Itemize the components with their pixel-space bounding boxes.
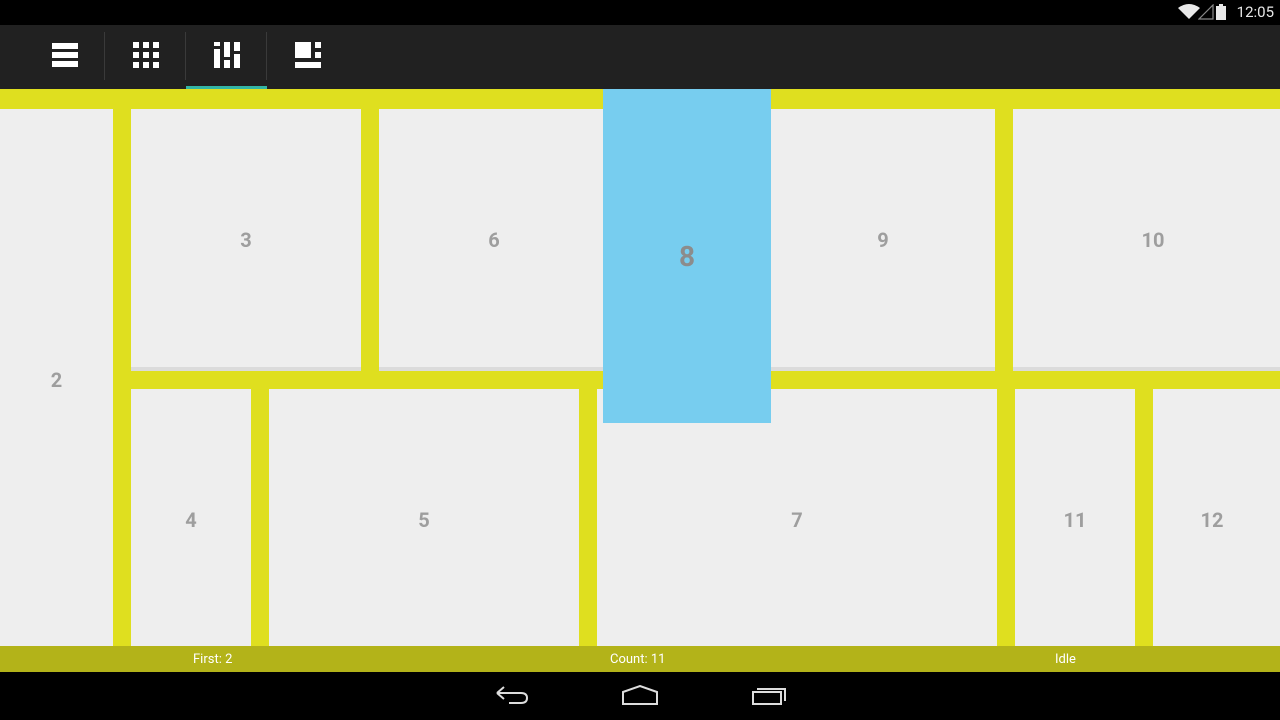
grid-item-label: 3 [240, 228, 252, 252]
grid-item[interactable]: 5 [269, 389, 579, 646]
grid-item-label: 9 [877, 228, 889, 252]
recent-apps-icon [752, 685, 786, 709]
list-layout-icon [51, 42, 78, 72]
back-button[interactable] [482, 682, 542, 712]
grid-item[interactable]: 6 [379, 109, 609, 371]
grid-item-label: 5 [418, 508, 430, 532]
spannable-grid-layout-icon [294, 42, 321, 72]
recent-apps-button[interactable] [739, 682, 799, 712]
grid-item-label: 2 [50, 368, 63, 392]
grid-layout-icon [132, 42, 159, 72]
tab-grid-layout[interactable] [105, 25, 186, 89]
grid-item-label: 8 [678, 239, 696, 273]
staggered-grid-layout-icon [213, 42, 240, 72]
grid-item[interactable]: 3 [131, 109, 361, 371]
navigation-bar [0, 672, 1280, 720]
action-bar [0, 25, 1280, 89]
home-icon [622, 684, 658, 709]
grid-item-label: 7 [791, 508, 803, 532]
tab-spannable-grid-layout[interactable] [267, 25, 348, 89]
grid-item[interactable]: 12 [1153, 389, 1280, 646]
home-button[interactable] [610, 682, 670, 712]
grid-item-label: 4 [185, 508, 197, 532]
grid-item[interactable]: 11 [1015, 389, 1135, 646]
grid-item-selected[interactable]: 8 [603, 89, 771, 423]
status-bar: 12:05 [0, 0, 1280, 25]
first-position-text: First: 2 [193, 652, 233, 667]
grid-item[interactable]: 9 [771, 109, 995, 371]
grid-item[interactable]: 10 [1013, 109, 1280, 371]
grid-item-label: 12 [1200, 508, 1224, 532]
wifi-icon [1178, 4, 1200, 24]
staggered-grid: 2 3 4 5 6 7 9 10 11 12 8 [0, 89, 1280, 646]
grid-item[interactable]: 7 [597, 389, 997, 646]
item-count-text: Count: 11 [610, 652, 666, 667]
status-clock: 12:05 [1236, 3, 1274, 21]
back-icon [495, 685, 529, 709]
grid-status-footer: First: 2 Count: 11 Idle [0, 646, 1280, 672]
grid-item[interactable]: 4 [131, 389, 251, 646]
tab-list-layout[interactable] [24, 25, 105, 89]
scroll-state-text: Idle [1055, 652, 1076, 667]
grid-item[interactable]: 2 [0, 109, 113, 646]
grid-item-label: 11 [1063, 508, 1087, 532]
grid-item-label: 6 [488, 228, 500, 252]
signal-icon [1197, 3, 1214, 24]
tab-staggered-grid-layout[interactable] [186, 25, 267, 89]
grid-item-label: 10 [1141, 228, 1165, 252]
battery-icon [1216, 4, 1226, 24]
